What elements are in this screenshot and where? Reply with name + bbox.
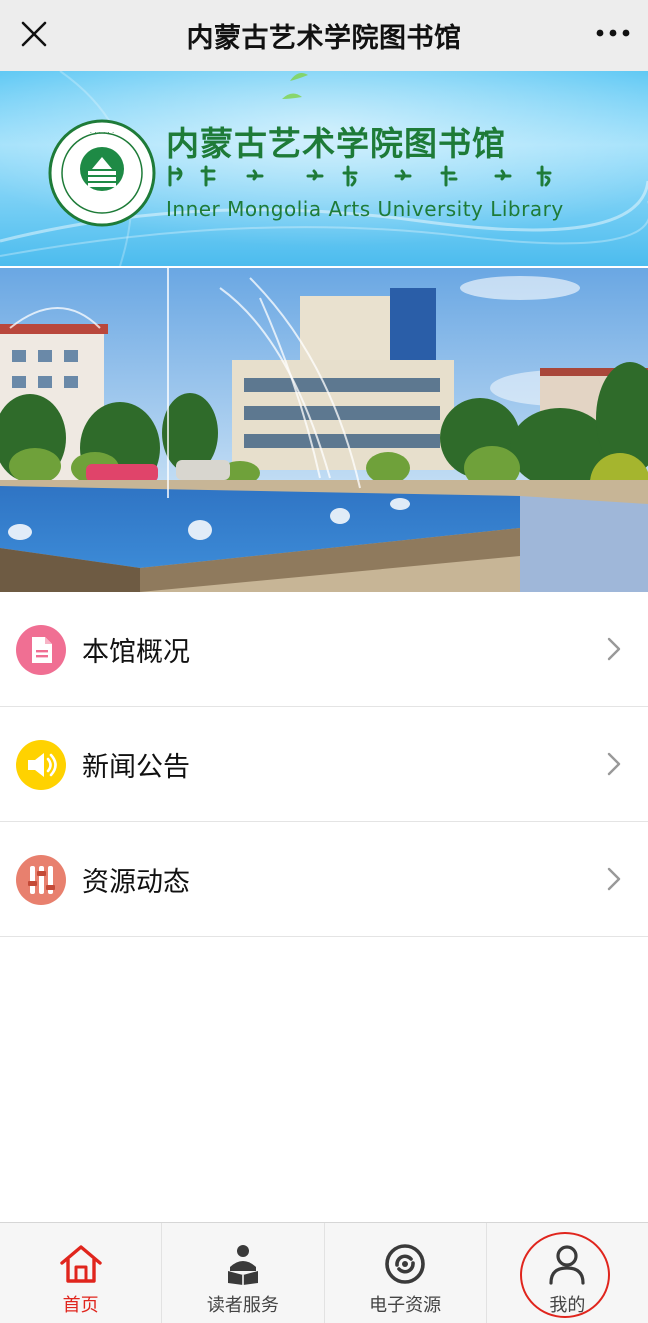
library-seal-logo: · · · · · · <box>48 119 156 227</box>
menu-item-news[interactable]: 新闻公告 <box>0 707 648 822</box>
campus-fountain-photo <box>0 268 648 592</box>
menu-item-label: 资源动态 <box>82 867 190 898</box>
svg-text:· · · · · ·: · · · · · · <box>90 129 114 137</box>
close-icon[interactable] <box>16 16 52 52</box>
menu-item-overview[interactable]: 本馆概况 <box>0 592 648 707</box>
tab-e-resources[interactable]: 电子资源 <box>325 1223 487 1323</box>
menu-item-resources[interactable]: 资源动态 <box>0 822 648 937</box>
top-nav-bar: 内蒙古艺术学院图书馆 <box>0 0 648 71</box>
speaker-icon <box>16 740 66 790</box>
document-icon <box>16 625 66 675</box>
equalizer-icon <box>16 855 66 905</box>
reader-service-icon <box>220 1241 266 1287</box>
tab-label: 读者服务 <box>206 1295 279 1316</box>
home-icon <box>58 1241 104 1287</box>
tab-label: 电子资源 <box>369 1295 442 1316</box>
chevron-right-icon <box>604 864 624 894</box>
chevron-right-icon <box>604 749 624 779</box>
tab-home[interactable]: 首页 <box>0 1223 163 1323</box>
e-resource-icon <box>382 1241 428 1287</box>
menu-list: 本馆概况 新闻公告 资源动态 <box>0 592 648 937</box>
tab-label: 首页 <box>62 1295 99 1316</box>
page-title: 内蒙古艺术学院图书馆 <box>186 23 462 54</box>
banner-title: 内蒙古艺术学院图书馆 <box>166 124 506 163</box>
mongolian-script-decoration <box>168 165 552 187</box>
library-banner: · · · · · · 内蒙古艺术学院图书馆 Inner Mongolia Ar… <box>0 71 648 266</box>
menu-item-label: 新闻公告 <box>82 752 190 783</box>
menu-item-label: 本馆概况 <box>82 637 190 668</box>
tab-reader-service[interactable]: 读者服务 <box>162 1223 325 1323</box>
more-icon[interactable] <box>594 18 634 48</box>
banner-subtitle: Inner Mongolia Arts University Library <box>166 197 564 221</box>
highlight-circle-annotation <box>520 1232 610 1318</box>
chevron-right-icon <box>604 634 624 664</box>
